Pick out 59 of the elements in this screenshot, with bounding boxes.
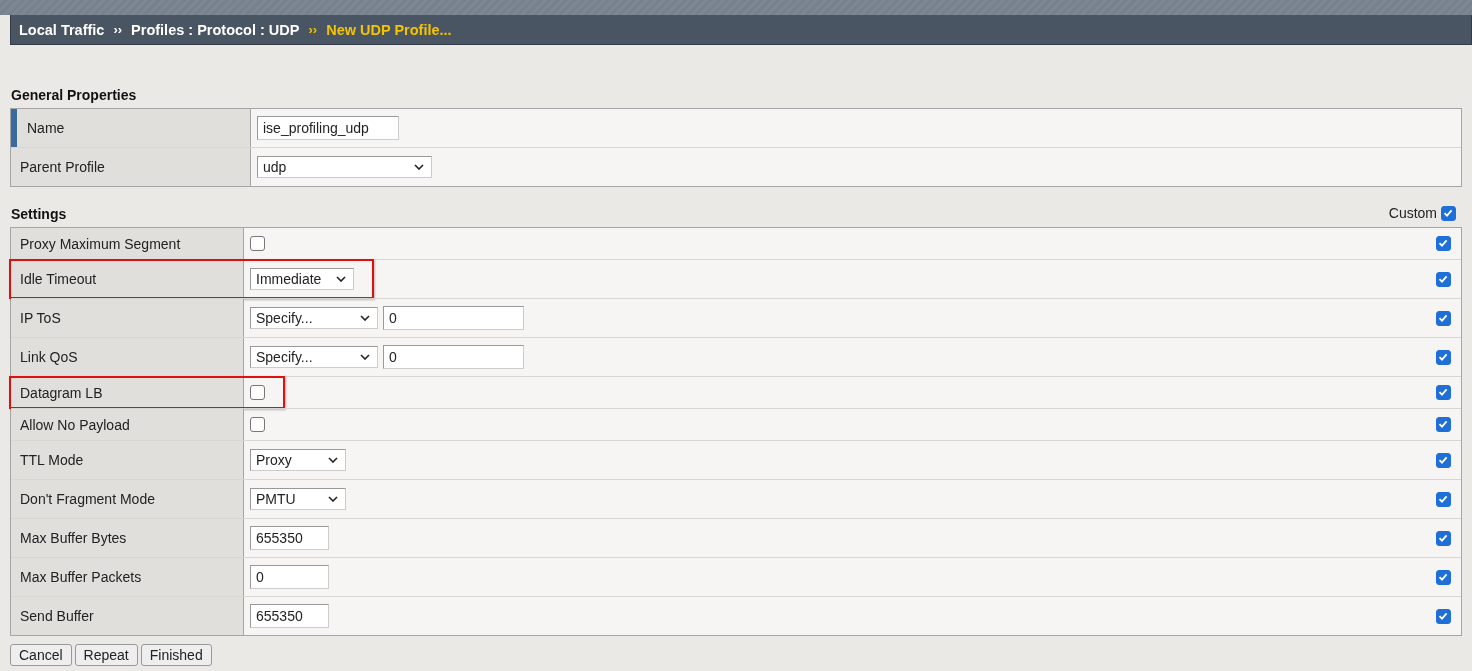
checkmark-icon bbox=[1437, 386, 1449, 398]
chevron-down-icon bbox=[328, 496, 338, 502]
chevron-down-icon bbox=[414, 164, 424, 170]
custom-checkbox[interactable] bbox=[1436, 530, 1451, 546]
dropdown[interactable]: Specify... bbox=[250, 307, 378, 329]
custom-checkbox[interactable] bbox=[1436, 608, 1451, 624]
field-label: Don't Fragment Mode bbox=[11, 480, 244, 518]
field-label: TTL Mode bbox=[11, 441, 244, 479]
form-button[interactable]: Cancel bbox=[10, 644, 72, 666]
chevron-down-icon bbox=[336, 276, 346, 282]
field-label: Allow No Payload bbox=[11, 409, 244, 440]
field-label: IP ToS bbox=[11, 299, 244, 337]
dropdown[interactable]: Proxy bbox=[250, 449, 346, 471]
field-label: Max Buffer Packets bbox=[11, 558, 244, 596]
breadcrumb-separator: ›› bbox=[308, 22, 318, 37]
breadcrumb-link[interactable]: Local Traffic bbox=[19, 21, 105, 38]
custom-checkbox[interactable] bbox=[1436, 491, 1451, 507]
form-button[interactable]: Repeat bbox=[74, 644, 138, 666]
checkmark-icon bbox=[1437, 237, 1449, 249]
custom-checkbox[interactable] bbox=[1436, 417, 1451, 432]
chevron-down-icon bbox=[360, 315, 370, 321]
chevron-down-icon bbox=[328, 457, 338, 463]
checkbox[interactable] bbox=[250, 385, 265, 400]
dropdown[interactable]: PMTU bbox=[250, 488, 346, 510]
field-label: Proxy Maximum Segment bbox=[11, 228, 244, 259]
breadcrumb-link[interactable]: Profiles : Protocol : UDP bbox=[131, 21, 300, 38]
custom-checkbox[interactable] bbox=[1436, 271, 1451, 287]
input-field[interactable]: 0 bbox=[383, 306, 524, 330]
field-label: Send Buffer bbox=[11, 597, 244, 635]
input-field[interactable]: 655350 bbox=[250, 526, 329, 550]
checkbox[interactable] bbox=[250, 417, 265, 432]
custom-label: Custom bbox=[1388, 205, 1437, 221]
custom-checkbox[interactable] bbox=[1436, 385, 1451, 400]
custom-checkbox[interactable] bbox=[1436, 236, 1451, 251]
checkmark-icon bbox=[1437, 418, 1449, 430]
dropdown[interactable]: udp bbox=[257, 156, 432, 178]
field-label: Max Buffer Bytes bbox=[11, 519, 244, 557]
custom-checkbox[interactable] bbox=[1441, 205, 1456, 221]
chevron-down-icon bbox=[360, 354, 370, 360]
form-button[interactable]: Finished bbox=[140, 644, 212, 666]
dropdown[interactable]: Specify... bbox=[250, 346, 378, 368]
field-label: Link QoS bbox=[11, 338, 244, 376]
section-title: General Properties bbox=[10, 86, 138, 105]
custom-checkbox[interactable] bbox=[1436, 349, 1451, 365]
input-field[interactable]: 655350 bbox=[250, 604, 329, 628]
field-label: Name bbox=[11, 109, 251, 147]
input-field[interactable]: 0 bbox=[250, 565, 329, 589]
breadcrumb-current: New UDP Profile... bbox=[326, 21, 452, 38]
input-field[interactable]: ise_profiling_udp bbox=[257, 116, 399, 140]
field-label: Idle Timeout bbox=[11, 260, 244, 298]
breadcrumb-separator: ›› bbox=[113, 22, 123, 37]
custom-checkbox[interactable] bbox=[1436, 452, 1451, 468]
custom-checkbox[interactable] bbox=[1436, 310, 1451, 326]
input-field[interactable]: 0 bbox=[383, 345, 524, 369]
field-label: Parent Profile bbox=[11, 148, 251, 186]
custom-checkbox[interactable] bbox=[1436, 569, 1451, 585]
dropdown[interactable]: Immediate bbox=[250, 268, 354, 290]
checkbox[interactable] bbox=[250, 236, 265, 251]
section-title: Settings bbox=[10, 205, 67, 224]
